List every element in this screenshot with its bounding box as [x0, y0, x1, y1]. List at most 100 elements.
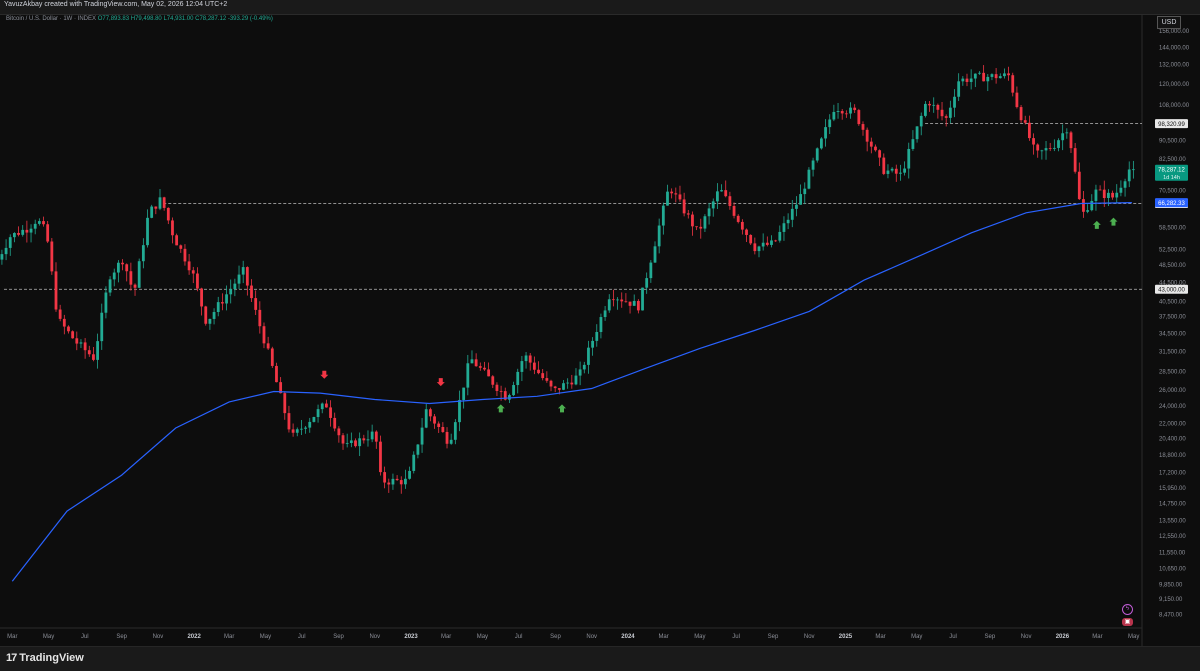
- candle-body-down: [1073, 148, 1077, 172]
- candle-body-down: [1102, 189, 1106, 199]
- time-tick-label: 2025: [839, 634, 853, 640]
- candle-body-down: [121, 262, 124, 265]
- candle-body-down: [537, 369, 540, 374]
- candle-body-up: [308, 421, 312, 428]
- candle-body-up: [304, 427, 307, 429]
- candle-body-up: [150, 206, 154, 218]
- chart-side-icons: ϟ ▣: [1122, 604, 1133, 626]
- candle-body-down: [387, 482, 391, 485]
- candle-body-up: [578, 369, 582, 376]
- candle-body-up: [932, 104, 936, 106]
- candle-body-down: [624, 301, 628, 303]
- candle-body-down: [1015, 92, 1019, 108]
- candle-body-down: [46, 224, 50, 242]
- candle-body-down: [399, 480, 403, 485]
- candle-body-up: [757, 246, 761, 252]
- candle-body-down: [483, 367, 486, 370]
- candle-body-down: [1019, 107, 1023, 121]
- time-tick-label: Nov: [586, 634, 597, 640]
- candle-body-up: [466, 363, 470, 388]
- time-tick-label: Nov: [804, 634, 815, 640]
- candle-body-up: [370, 431, 374, 440]
- candle-body-down: [200, 288, 203, 307]
- candle-body-down: [329, 407, 332, 418]
- candle-body-down: [928, 103, 931, 106]
- tradingview-logo[interactable]: 17 TradingView: [6, 652, 84, 664]
- price-tick-label: 144,000.00: [1159, 45, 1190, 51]
- candle-body-up: [632, 300, 636, 306]
- level-label: 43,000.00: [1158, 288, 1185, 294]
- attribution-text: YavuzAkbay created with TradingView.com,…: [4, 1, 228, 8]
- candle-body-up: [582, 364, 586, 370]
- candle-body-down: [487, 369, 491, 377]
- candle-body-down: [736, 215, 740, 222]
- time-tick-label: Mar: [1092, 634, 1102, 640]
- price-label: 78,287.12: [1158, 168, 1185, 174]
- candle-body-down: [691, 214, 694, 227]
- candle-body-up: [12, 232, 16, 238]
- candle-body-down: [570, 382, 574, 385]
- candle-body-up: [666, 191, 669, 206]
- price-tick-label: 11,550.00: [1159, 550, 1186, 556]
- candle-body-up: [116, 262, 120, 273]
- time-tick-label: Mar: [441, 634, 451, 640]
- candle-body-up: [462, 387, 466, 400]
- candle-body-down: [87, 350, 91, 355]
- candle-body-up: [562, 383, 565, 390]
- candle-body-up: [653, 246, 657, 263]
- time-tick-label: 2023: [404, 634, 418, 640]
- price-tick-label: 37,500.00: [1159, 315, 1186, 321]
- candle-body-up: [919, 115, 923, 127]
- time-tick-label: May: [477, 634, 488, 640]
- candle-body-down: [553, 386, 557, 389]
- candle-body-down: [333, 417, 337, 429]
- candle-body-up: [241, 267, 245, 275]
- candle-body-up: [824, 127, 827, 139]
- candle-body-up: [1044, 148, 1048, 151]
- candle-body-up: [599, 317, 603, 332]
- candle-body-up: [803, 188, 807, 195]
- candle-body-up: [1115, 192, 1119, 198]
- candle-body-down: [17, 232, 20, 235]
- candle-body-up: [391, 478, 395, 485]
- candle-body-down: [1023, 120, 1027, 123]
- candle-body-up: [449, 439, 453, 444]
- candle-body-up: [1127, 169, 1131, 182]
- candle-body-down: [740, 221, 744, 230]
- currency-selector[interactable]: USD: [1157, 16, 1181, 29]
- time-tick-label: May: [43, 634, 54, 640]
- tradingview-logo-mark: 17: [6, 652, 17, 664]
- price-chart[interactable]: 156,000.00 144,000.00 132,000.00 120,000.00…: [0, 14, 1200, 646]
- candle-body-down: [549, 380, 553, 387]
- time-tick-label: Mar: [7, 634, 17, 640]
- event-badge-icon[interactable]: ▣: [1122, 618, 1133, 626]
- candle-body-up: [137, 261, 141, 288]
- candle-body-up: [761, 242, 765, 247]
- candle-body-down: [287, 413, 291, 430]
- price-tick-label: 156,000.00: [1159, 29, 1190, 35]
- candle-body-down: [636, 300, 640, 311]
- candle-body-down: [245, 267, 249, 286]
- time-tick-label: Sep: [550, 634, 561, 640]
- candle-body-down: [196, 273, 199, 289]
- candle-body-up: [21, 229, 25, 235]
- candle-body-down: [166, 207, 170, 221]
- candle-body-up: [782, 223, 786, 232]
- candle-body-up: [216, 302, 220, 313]
- footer-bar: 17 TradingView: [0, 646, 1200, 671]
- lightning-icon[interactable]: ϟ: [1122, 604, 1133, 615]
- candle-body-down: [994, 74, 998, 79]
- candle-body-up: [587, 347, 590, 365]
- candle-body-up: [903, 168, 906, 173]
- candle-body-down: [337, 428, 341, 436]
- candle-body-up: [811, 160, 815, 170]
- candle-body-down: [1011, 75, 1015, 93]
- price-tick-label: 70,500.00: [1159, 188, 1186, 194]
- candle-body-up: [1052, 147, 1056, 149]
- candle-body-down: [92, 354, 95, 360]
- candle-body-up: [37, 221, 41, 224]
- candle-body-up: [948, 107, 952, 118]
- candle-body-down: [474, 359, 478, 367]
- down-arrow-marker: [320, 370, 329, 379]
- price-tick-label: 82,500.00: [1159, 157, 1186, 163]
